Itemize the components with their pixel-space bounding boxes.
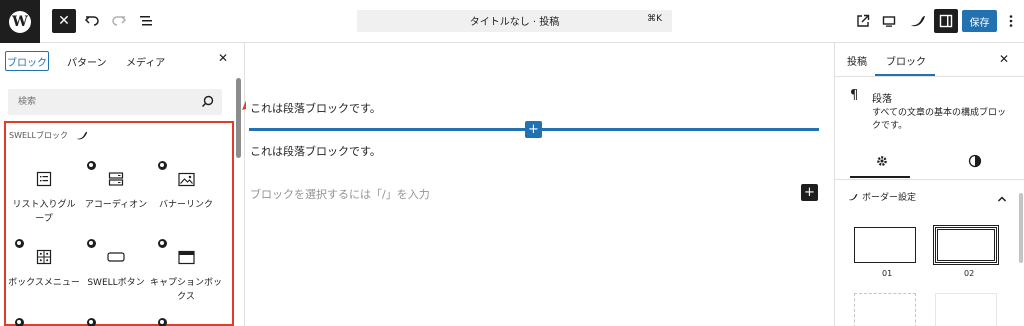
undo-icon [84,16,99,26]
command-shortcut: ⌘K [647,14,662,24]
accordion-icon [108,172,124,186]
desktop-icon [882,16,896,27]
category-title: SWELLブロック [9,131,68,140]
border-style-label: 02 [964,269,975,278]
editor-canvas: これは段落ブロックです。 + これは段落ブロックです。 ブロックを選択するには「… [246,43,834,326]
settings-toggle-button[interactable] [934,9,958,33]
paragraph-block[interactable]: これは段落ブロックです。 [250,143,381,159]
tab-block[interactable]: ブロック [886,53,926,68]
swell-logo-icon [911,16,925,27]
paragraph-block[interactable]: これは段落ブロックです。 [250,100,381,116]
border-style-02[interactable] [933,225,999,265]
view-post-button[interactable] [851,9,875,33]
search-icon [201,95,214,108]
close-icon: ✕ [999,52,1010,66]
divider [835,76,1024,77]
tab-patterns[interactable]: パターン [67,51,107,71]
block-box-menu[interactable]: ボックスメニュー [8,247,80,290]
border-style-01[interactable] [854,227,916,263]
plus-icon: + [804,185,815,200]
document-overview-button[interactable] [134,9,158,33]
redo-button[interactable] [107,9,131,33]
swell-logo-icon [76,131,88,140]
wordpress-logo[interactable]: W [0,0,40,43]
block-card-title: 段落 [872,94,892,105]
block-label: ボックスメニュー [8,278,80,288]
list-icon [36,171,52,187]
block-caption-box[interactable]: キャプションボックス [150,247,222,304]
block-inserter-panel: ブロック パターン メディア ✕ SWELLブロック [0,43,245,326]
list-view-icon [140,16,152,26]
tab-blocks[interactable]: ブロック [5,51,49,71]
settings-sidebar: 投稿 ブロック ✕ ¶ 段落 すべての文章の基本の構成ブロックです。 ボーダー設… [834,43,1024,326]
block-label: アコーディオン [84,200,148,210]
insert-block-button[interactable]: + [525,121,542,138]
save-button[interactable]: 保存 [962,10,997,32]
close-icon: ✕ [218,51,229,65]
block-label: SWELLボタン [87,278,145,288]
block-list-group[interactable]: リスト入りグループ [8,169,80,226]
document-title: タイトルなし · 投稿 [469,17,560,28]
category-heading: SWELLブロック [9,130,88,141]
block-label: バナーリンク [158,200,213,210]
block-accordion[interactable]: アコーディオン [80,169,152,212]
border-settings-header[interactable]: ボーダー設定 [848,190,916,203]
collapse-button[interactable] [996,190,1008,209]
swell-settings-button[interactable] [906,9,930,33]
tab-media[interactable]: メディア [126,51,165,71]
divider [835,179,1024,180]
section-title: ボーダー設定 [862,193,917,203]
block-banner-link[interactable]: バナーリンク [150,169,222,212]
gear-icon [877,156,887,166]
sidebar-icon [939,14,953,28]
close-sidebar-button[interactable]: ✕ [999,52,1009,66]
wordpress-logo-icon: W [9,10,31,33]
paragraph-icon: ¶ [850,88,859,103]
button-icon [107,252,125,262]
block-label: リスト入りグループ [12,200,76,224]
options-button[interactable] [999,9,1023,33]
undo-button[interactable] [80,9,104,33]
top-toolbar: W ✕ タイトルなし · 投稿 ⌘K 保存 [0,0,1024,43]
editor-window: W ✕ タイトルなし · 投稿 ⌘K 保存 ブロック パターン メディア ✕ 検… [0,0,1024,326]
image-icon [177,172,195,186]
plus-icon: + [528,122,539,137]
active-tab-indicator [850,176,910,178]
contrast-icon [968,154,982,168]
document-title-bar[interactable]: タイトルなし · 投稿 ⌘K [357,10,672,32]
settings-tab[interactable] [875,153,889,167]
close-icon: ✕ [58,13,70,29]
search-input[interactable] [8,89,193,115]
redo-icon [112,16,127,26]
chevron-up-icon [997,196,1007,202]
border-style-label: 01 [882,269,893,278]
swell-badge-icon [158,318,167,326]
sidebar-scrollbar[interactable] [1019,193,1023,263]
swell-badge-icon [87,318,96,326]
styles-tab[interactable] [968,153,982,168]
border-style-04[interactable] [935,293,997,326]
border-style-03[interactable] [854,293,916,326]
block-swell-button[interactable]: SWELLボタン [80,247,152,290]
block-appender-placeholder[interactable]: ブロックを選択するには「/」を入力 [250,186,430,202]
block-label: キャプションボックス [150,278,223,302]
close-panel-button[interactable]: ✕ [218,51,228,65]
caption-box-icon [177,250,195,264]
swell-badge-icon [15,318,24,326]
swell-logo-icon [848,193,858,200]
add-block-button[interactable]: + [801,184,818,201]
preview-button[interactable] [877,9,901,33]
close-inserter-button[interactable]: ✕ [52,9,76,33]
tab-post[interactable]: 投稿 [847,53,867,68]
block-card-description: すべての文章の基本の構成ブロックです。 [872,108,1007,131]
external-link-icon [857,14,870,27]
grid-icon [36,249,52,265]
block-search [8,89,222,115]
more-vertical-icon [1009,15,1013,27]
